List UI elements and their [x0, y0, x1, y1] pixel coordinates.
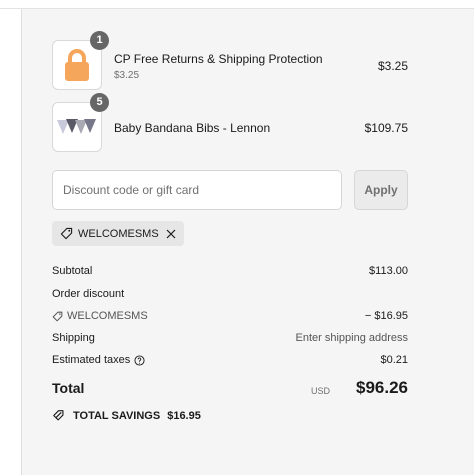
lock-icon	[65, 49, 89, 81]
subtotal-row: Subtotal $113.00	[52, 265, 408, 279]
item-price: $3.25	[377, 59, 408, 73]
total-value: $96.26	[356, 378, 408, 397]
savings-tag-icon	[52, 409, 66, 422]
item-price: $109.75	[364, 121, 408, 135]
discount-value: − $16.95	[364, 310, 408, 322]
line-item: 5 Baby Bandana Bibs - Lennon $109.75	[52, 93, 408, 154]
taxes-row: Estimated taxes $0.21	[52, 354, 408, 368]
discount-code-row: WELCOMESMS − $16.95	[52, 310, 408, 324]
applied-discount-tag: WELCOMESMS	[52, 221, 184, 246]
item-title: CP Free Returns & Shipping Protection	[114, 52, 323, 66]
quantity-badge: 1	[90, 31, 109, 50]
total-row: Total USD $96.26	[52, 378, 408, 400]
discount-code-info: WELCOMESMS	[52, 310, 148, 322]
taxes-label-wrap: Estimated taxes	[52, 354, 145, 366]
item-title: Baby Bandana Bibs - Lennon	[114, 121, 271, 135]
tag-icon	[52, 311, 63, 321]
info-icon[interactable]	[134, 354, 145, 366]
shipping-row: Shipping Enter shipping address	[52, 332, 408, 346]
taxes-value: $0.21	[380, 354, 408, 366]
savings-value: $16.95	[167, 409, 201, 422]
item-subtitle: $3.25	[114, 70, 140, 81]
shipping-label: Shipping	[52, 332, 95, 344]
subtotal-label: Subtotal	[52, 265, 93, 277]
applied-code-label: WELCOMESMS	[78, 227, 159, 240]
savings-label: TOTAL SAVINGS	[73, 409, 161, 422]
currency-label: USD	[310, 386, 330, 396]
bibs-product-image	[57, 119, 96, 134]
order-discount-row: Order discount	[52, 288, 408, 302]
discount-code-label: WELCOMESMS	[67, 310, 148, 322]
subtotal-value: $113.00	[369, 265, 408, 277]
discount-code-input[interactable]	[52, 170, 342, 210]
line-item: 1 CP Free Returns & Shipping Protection …	[52, 31, 408, 92]
taxes-label: Estimated taxes	[52, 354, 131, 366]
tag-icon	[60, 227, 73, 240]
order-discount-label: Order discount	[52, 288, 125, 300]
total-savings: TOTAL SAVINGS $16.95	[52, 409, 201, 422]
quantity-badge: 5	[90, 93, 109, 112]
main-column	[0, 9, 21, 475]
total-label: Total	[52, 380, 85, 396]
apply-button[interactable]: Apply	[354, 170, 408, 210]
shipping-value: Enter shipping address	[295, 332, 408, 344]
remove-discount-icon[interactable]	[166, 229, 176, 239]
